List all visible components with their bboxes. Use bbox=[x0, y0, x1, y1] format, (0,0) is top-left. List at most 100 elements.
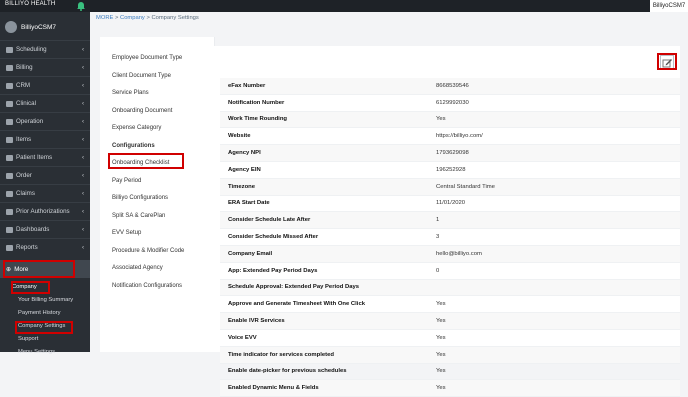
menu-split-sa-careplan[interactable]: Split SA & CarePlan bbox=[100, 208, 214, 226]
sidebar-item-label: Order bbox=[16, 172, 32, 179]
table-row: App: Extended Pay Period Days 0 bbox=[220, 263, 680, 280]
table-row: Time indicator for services completed Yes bbox=[220, 346, 680, 364]
sidebar-item-items[interactable]: Items ‹ bbox=[0, 130, 90, 148]
menu-employee-document-type[interactable]: Employee Document Type bbox=[100, 50, 214, 68]
sidebar-item-label: Prior Authorizations bbox=[16, 208, 70, 215]
menu-procedure-modifier-code[interactable]: Procedure & Modifier Code bbox=[100, 243, 214, 261]
table-row: Notification Number 6129992030 bbox=[220, 95, 680, 112]
sidebar-item-label: Dashboards bbox=[16, 226, 50, 233]
table-row: Enabled Dynamic Menu & Fields Yes bbox=[220, 380, 680, 397]
sidebar: BilliyoCSM7 Scheduling ‹ Billing ‹ CRM ‹ Cl… bbox=[0, 12, 90, 355]
users-icon bbox=[6, 82, 13, 89]
sidebar-item-label: CRM bbox=[16, 82, 31, 89]
menu-expense-category[interactable]: Expense Category bbox=[100, 120, 214, 138]
brand-title: BILLIYO HEALTH bbox=[5, 1, 56, 7]
sidebar-item-label: Operation bbox=[16, 118, 44, 125]
dollar-icon bbox=[6, 190, 13, 197]
table-row: Agency EIN 196252928 bbox=[220, 162, 680, 179]
table-row: Company Email hello@billiyo.com bbox=[220, 245, 680, 263]
sidebar-item-order[interactable]: Order ‹ bbox=[0, 166, 90, 184]
clinical-icon bbox=[6, 100, 13, 107]
sidebar-item-label: Scheduling bbox=[16, 46, 47, 53]
top-bar: BILLIYO HEALTH BilliyoCSM7 bbox=[0, 0, 688, 12]
chevron-left-icon: ‹ bbox=[81, 244, 84, 251]
chevron-left-icon: ‹ bbox=[81, 136, 84, 143]
sidebar-item-scheduling[interactable]: Scheduling ‹ bbox=[0, 40, 90, 58]
table-rows: eFax Number 8668539546 Notification Numbe… bbox=[220, 78, 680, 397]
sidebar-item-dashboards[interactable]: Dashboards ‹ bbox=[0, 220, 90, 238]
table-row: Voice EVV Yes bbox=[220, 330, 680, 347]
table-row: Consider Schedule Missed After 3 bbox=[220, 229, 680, 246]
sidebar-item-billing[interactable]: Billing ‹ bbox=[0, 58, 90, 76]
chevron-left-icon: ‹ bbox=[81, 226, 84, 233]
breadcrumb-more[interactable]: MORE bbox=[96, 15, 113, 21]
chevron-left-icon: ‹ bbox=[81, 154, 84, 161]
sidebar-item-label: Patient Items bbox=[16, 154, 53, 161]
building-icon bbox=[6, 208, 13, 215]
chevron-left-icon: ‹ bbox=[81, 82, 84, 89]
configuration-table: eFax Number 8668539546 Notification Numbe… bbox=[213, 46, 680, 397]
table-row: Enable IVR Services Yes bbox=[220, 313, 680, 330]
highlight-box bbox=[657, 53, 677, 70]
chevron-left-icon: ‹ bbox=[81, 64, 84, 71]
table-row: Enable date-picker for previous schedule… bbox=[220, 364, 680, 381]
menu-onboarding-document[interactable]: Onboarding Document bbox=[100, 103, 214, 121]
menu-pay-period[interactable]: Pay Period bbox=[100, 173, 214, 191]
menu-notification-configurations[interactable]: Notification Configurations bbox=[100, 278, 214, 296]
patient-icon bbox=[6, 154, 13, 161]
sidebar-item-label: Billing bbox=[16, 64, 33, 71]
highlight-box bbox=[11, 281, 50, 294]
dashboard-icon bbox=[6, 226, 13, 233]
breadcrumb-company[interactable]: Company bbox=[120, 15, 145, 21]
box-icon bbox=[6, 136, 13, 143]
bell-icon[interactable] bbox=[76, 0, 86, 12]
settings-menu: Employee Document Type Client Document T… bbox=[100, 37, 215, 352]
sidebar-item-clinical[interactable]: Clinical ‹ bbox=[0, 94, 90, 112]
chevron-left-icon: ‹ bbox=[81, 100, 84, 107]
avatar bbox=[5, 21, 17, 33]
chevron-left-icon: ‹ bbox=[81, 190, 84, 197]
submenu-your-billing-summary[interactable]: Your Billing Summary bbox=[0, 294, 90, 307]
chevron-left-icon: ‹ bbox=[81, 172, 84, 179]
menu-associated-agency[interactable]: Associated Agency bbox=[100, 260, 214, 278]
sidebar-item-label: Claims bbox=[16, 190, 35, 197]
menu-client-document-type[interactable]: Client Document Type bbox=[100, 68, 214, 86]
table-row: Consider Schedule Late After 1 bbox=[220, 212, 680, 230]
sidebar-item-reports[interactable]: Reports ‹ bbox=[0, 238, 90, 256]
table-row: ERA Start Date 11/01/2020 bbox=[220, 196, 680, 213]
sidebar-item-crm[interactable]: CRM ‹ bbox=[0, 76, 90, 94]
sidebar-item-prior-authorizations[interactable]: Prior Authorizations ‹ bbox=[0, 202, 90, 220]
submenu-support[interactable]: Support bbox=[0, 333, 90, 346]
sidebar-nav: Scheduling ‹ Billing ‹ CRM ‹ Clinical ‹ Oper… bbox=[0, 40, 90, 256]
main-content: MORE > Company > Company Settings Employ… bbox=[90, 12, 688, 397]
gear-icon bbox=[6, 118, 13, 125]
chevron-left-icon: ‹ bbox=[81, 118, 84, 125]
cart-icon bbox=[6, 172, 13, 179]
profile[interactable]: BilliyoCSM7 bbox=[5, 21, 56, 33]
chevron-left-icon: ‹ bbox=[81, 46, 84, 53]
table-row: Agency NPI 1793629098 bbox=[220, 145, 680, 162]
submenu-menu-settings[interactable]: Menu Settings bbox=[0, 346, 90, 359]
breadcrumb-current: Company Settings bbox=[151, 15, 199, 21]
highlight-box bbox=[15, 321, 73, 334]
sidebar-item-operation[interactable]: Operation ‹ bbox=[0, 112, 90, 130]
breadcrumb: MORE > Company > Company Settings bbox=[96, 15, 199, 21]
highlight-box bbox=[108, 153, 184, 169]
menu-service-plans[interactable]: Service Plans bbox=[100, 85, 214, 103]
sidebar-item-patient-items[interactable]: Patient Items ‹ bbox=[0, 148, 90, 166]
profile-name: BilliyoCSM7 bbox=[21, 23, 57, 31]
user-menu-button[interactable]: BilliyoCSM7 bbox=[650, 0, 688, 12]
menu-evv-setup[interactable]: EVV Setup bbox=[100, 225, 214, 243]
calendar-icon bbox=[6, 46, 13, 53]
submenu-payment-history[interactable]: Payment History bbox=[0, 307, 90, 320]
table-row: eFax Number 8668539546 bbox=[220, 78, 680, 95]
highlight-box bbox=[3, 260, 75, 278]
sidebar-item-label: Reports bbox=[16, 244, 38, 251]
dollar-icon bbox=[6, 64, 13, 71]
sidebar-item-claims[interactable]: Claims ‹ bbox=[0, 184, 90, 202]
menu-billiyo-configurations[interactable]: Billiyo Configurations bbox=[100, 190, 214, 208]
table-row: Timezone Central Standard Time bbox=[220, 178, 680, 196]
table-row: Schedule Approval: Extended Pay Period D… bbox=[220, 279, 680, 297]
sidebar-item-label: Clinical bbox=[16, 100, 36, 107]
chevron-left-icon: ‹ bbox=[81, 208, 84, 215]
